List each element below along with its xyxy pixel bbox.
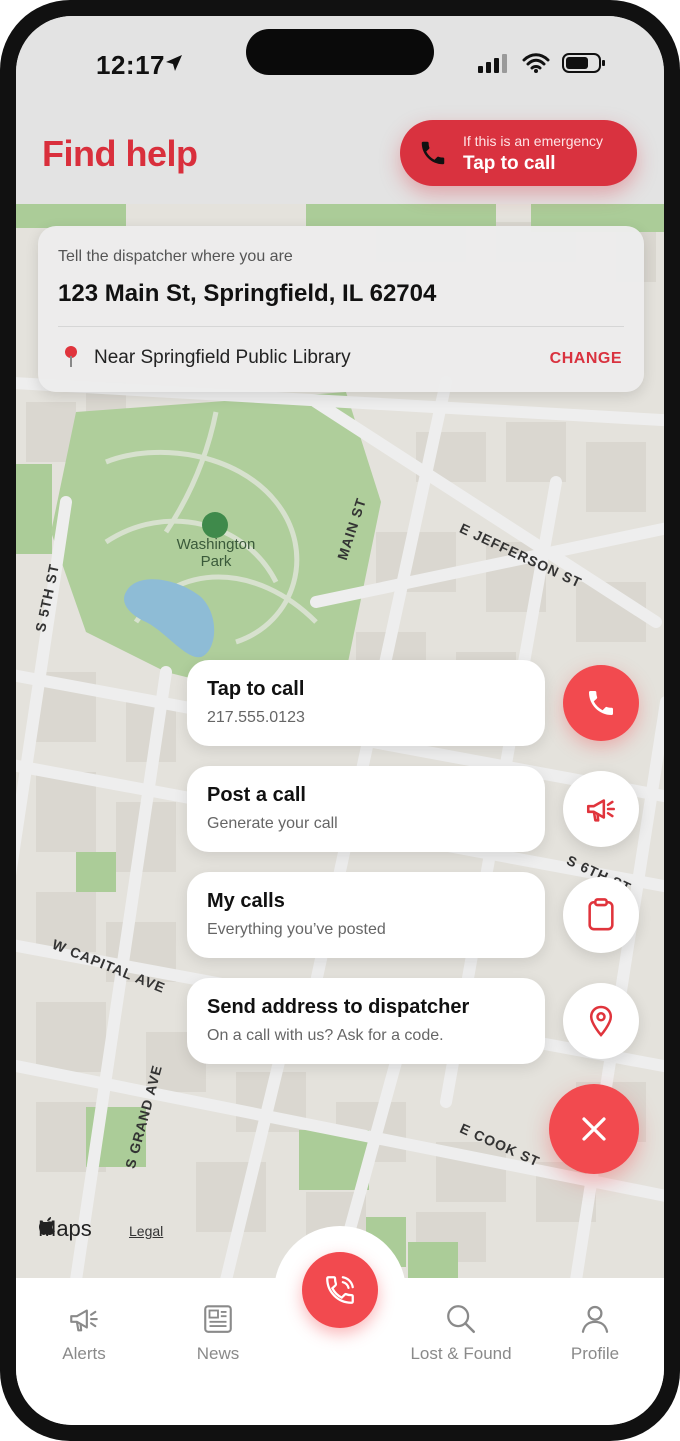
my-calls-fab-button[interactable] bbox=[563, 877, 639, 953]
map-pin-icon bbox=[65, 346, 77, 367]
phone-icon bbox=[421, 141, 445, 165]
emergency-subtitle: If this is an emergency bbox=[463, 133, 604, 149]
divider bbox=[58, 326, 624, 327]
action-post-a-call[interactable]: Post a call Generate your call bbox=[187, 766, 545, 852]
call-center-button[interactable] bbox=[302, 1252, 378, 1328]
apple-icon bbox=[39, 1217, 55, 1235]
phone-icon bbox=[589, 691, 613, 715]
wifi-icon bbox=[522, 53, 550, 73]
post-call-fab-button[interactable] bbox=[563, 771, 639, 847]
action-my-calls[interactable]: My calls Everything you’ve posted bbox=[187, 872, 545, 958]
newspaper-icon bbox=[204, 1305, 232, 1333]
location-card: Tell the dispatcher where you are 123 Ma… bbox=[38, 226, 644, 392]
action-title: Tap to call bbox=[207, 678, 305, 700]
phone-frame: Washington Park MAIN ST E JEFFERSON ST S… bbox=[0, 0, 680, 1441]
battery-icon bbox=[562, 53, 605, 73]
close-icon bbox=[582, 1117, 606, 1141]
action-subtitle: Generate your call bbox=[207, 815, 338, 832]
megaphone-icon bbox=[586, 799, 616, 822]
action-subtitle: 217.555.0123 bbox=[207, 709, 305, 726]
tab-news[interactable]: News bbox=[158, 1302, 278, 1364]
current-address: 123 Main St, Springfield, IL 62704 bbox=[58, 280, 437, 307]
tab-label: Lost & Found bbox=[410, 1344, 512, 1363]
change-location-button[interactable]: CHANGE bbox=[550, 350, 622, 368]
search-icon bbox=[447, 1305, 476, 1334]
clipboard-icon bbox=[588, 898, 614, 931]
action-send-address[interactable]: Send address to dispatcher On a call wit… bbox=[187, 978, 545, 1064]
dynamic-island bbox=[246, 29, 434, 75]
tab-alerts[interactable]: Alerts bbox=[24, 1302, 144, 1364]
park-marker-icon bbox=[202, 512, 228, 538]
close-menu-button[interactable] bbox=[549, 1084, 639, 1174]
action-subtitle: On a call with us? Ask for a code. bbox=[207, 1027, 444, 1044]
call-fab-button[interactable] bbox=[563, 665, 639, 741]
send-address-fab-button[interactable] bbox=[563, 983, 639, 1059]
action-tap-to-call[interactable]: Tap to call 217.555.0123 bbox=[187, 660, 545, 746]
action-subtitle: Everything you’ve posted bbox=[207, 921, 386, 938]
phone-calling-icon bbox=[326, 1276, 354, 1304]
tab-label: Alerts bbox=[62, 1344, 106, 1363]
action-title: Send address to dispatcher bbox=[207, 996, 470, 1018]
emergency-label: Tap to call bbox=[463, 153, 556, 174]
location-hint: Tell the dispatcher where you are bbox=[58, 248, 293, 265]
person-icon bbox=[581, 1305, 609, 1333]
app-screen: Washington Park MAIN ST E JEFFERSON ST S… bbox=[16, 16, 664, 1425]
status-bar: 12:17 bbox=[16, 16, 664, 116]
location-pin-icon bbox=[589, 1005, 613, 1037]
tab-label: News bbox=[196, 1344, 240, 1363]
action-title: Post a call bbox=[207, 784, 306, 806]
park-label: Washington Park bbox=[176, 536, 256, 570]
emergency-call-button[interactable]: If this is an emergency Tap to call bbox=[400, 120, 637, 186]
tab-label: Profile bbox=[570, 1344, 620, 1363]
tab-profile[interactable]: Profile bbox=[535, 1302, 655, 1364]
status-icons bbox=[478, 52, 606, 74]
page-title: Find help bbox=[42, 133, 198, 174]
header-bar: Find help If this is an emergency Tap to… bbox=[16, 116, 664, 204]
cellular-signal-icon bbox=[478, 54, 507, 73]
megaphone-icon bbox=[70, 1309, 98, 1332]
clock: 12:17 bbox=[96, 50, 165, 80]
location-arrow-icon bbox=[166, 55, 182, 71]
legal-link[interactable]: Legal bbox=[129, 1223, 163, 1239]
action-title: My calls bbox=[207, 890, 285, 912]
tab-lost-and-found[interactable]: Lost & Found bbox=[401, 1302, 521, 1364]
nearby-landmark: Near Springfield Public Library bbox=[94, 347, 351, 368]
maps-attribution: Maps bbox=[38, 1216, 92, 1241]
